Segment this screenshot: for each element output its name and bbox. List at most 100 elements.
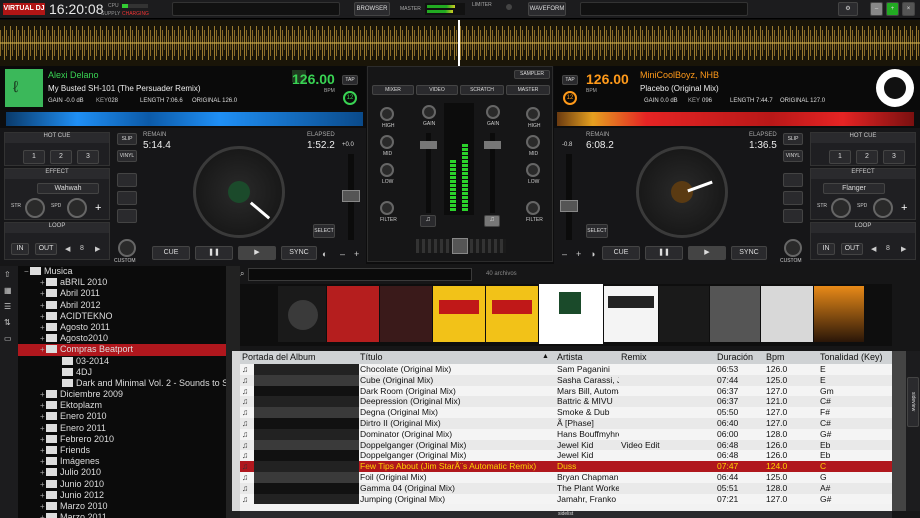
right-play-button[interactable]: ▶ (688, 246, 726, 260)
tree-item[interactable]: + aBRIL 2010 (18, 277, 226, 288)
left-loop-next[interactable]: ▶ (95, 245, 100, 253)
cover-art[interactable] (380, 286, 432, 342)
sort-icon[interactable]: ⇅ (4, 318, 11, 327)
tree-item[interactable]: + ACIDTEKNO (18, 311, 226, 322)
cover-art[interactable] (327, 286, 379, 342)
right-select-button[interactable]: SELECT (586, 224, 608, 238)
tree-item[interactable]: + Julio 2010 (18, 467, 226, 478)
right-str-knob[interactable] (831, 198, 851, 218)
column-header-duracion[interactable]: Duración (717, 352, 753, 362)
left-key-lock-icon[interactable]: 12 (343, 91, 357, 105)
tab-scratch[interactable]: SCRATCH (460, 85, 504, 95)
table-scrollbar[interactable] (892, 351, 906, 511)
left-loop-out[interactable]: OUT (35, 243, 57, 255)
column-header-titulo[interactable]: Título (360, 352, 383, 362)
crossfader[interactable] (416, 238, 506, 254)
left-loop-in[interactable]: IN (11, 243, 29, 255)
left-gain-knob[interactable] (422, 105, 436, 119)
folder-icon[interactable]: ▭ (4, 334, 12, 343)
right-pitch-reset-icon[interactable]: ◑ (590, 249, 595, 259)
column-header-bpm[interactable]: Bpm (766, 352, 785, 362)
tree-item[interactable]: + Marzo 2010 (18, 501, 226, 512)
right-headphone-button[interactable]: ♫ (484, 215, 500, 227)
column-header-tonalidad[interactable]: Tonalidad (Key) (820, 352, 883, 362)
table-row[interactable]: ♫ Chocolate (Original Mix) Sam Paganini 06:… (240, 364, 892, 375)
left-effect-add-icon[interactable]: + (95, 202, 101, 214)
left-hot-cue-2[interactable]: 2 (50, 150, 72, 164)
left-slip-button[interactable]: SLIP (117, 133, 137, 145)
left-pause-button[interactable]: ❚❚ (195, 246, 233, 260)
right-sync-button[interactable]: SYNC (731, 246, 767, 260)
right-slip-button[interactable]: SLIP (783, 133, 803, 145)
tree-item[interactable]: − Musica (18, 266, 226, 277)
left-sync-button[interactable]: SYNC (281, 246, 317, 260)
cover-art[interactable] (433, 286, 485, 342)
tree-item[interactable]: 4DJ (18, 367, 226, 378)
right-side-button-1[interactable] (783, 173, 803, 187)
cover-art[interactable] (659, 286, 709, 342)
search-input[interactable] (248, 268, 472, 281)
tree-item[interactable]: + Agosto 2011 (18, 322, 226, 333)
tree-item[interactable]: + Diciembre 2009 (18, 389, 226, 400)
sideview-tab[interactable]: sideview (907, 377, 919, 427)
right-cue-button[interactable]: CUE (602, 246, 640, 260)
right-filter-knob[interactable] (526, 201, 540, 215)
right-eq-high-knob[interactable] (526, 107, 540, 121)
tree-item[interactable]: + Abril 2012 (18, 300, 226, 311)
right-loop-out[interactable]: OUT (841, 243, 863, 255)
tab-video[interactable]: VIDEO (416, 85, 458, 95)
settings-button[interactable]: ⚙ (838, 2, 858, 16)
table-row[interactable]: ♫ Foil (Original Mix) Bryan Chapman 06:44 12… (240, 471, 892, 483)
tree-item[interactable]: + Abril 2011 (18, 288, 226, 299)
left-side-button-3[interactable] (117, 209, 137, 223)
left-slot[interactable] (172, 2, 340, 16)
tree-item[interactable]: + Junio 2012 (18, 490, 226, 501)
left-cue-button[interactable]: CUE (152, 246, 190, 260)
right-hot-cue-3[interactable]: 3 (883, 150, 905, 164)
table-row[interactable]: ♫ Doppelganger (Original Mix) Jewel Kid Vid… (240, 439, 892, 451)
left-effect-select[interactable]: Wahwah (37, 183, 99, 194)
overview-waveform[interactable] (0, 20, 920, 66)
sidelist-tab[interactable]: sidelist (558, 511, 573, 517)
cover-art[interactable] (814, 286, 864, 342)
right-jog-wheel[interactable] (636, 146, 728, 238)
right-gain-knob[interactable] (486, 105, 500, 119)
right-effect-add-icon[interactable]: + (901, 202, 907, 214)
cover-art[interactable] (710, 286, 760, 342)
right-pause-button[interactable]: ❚❚ (645, 246, 683, 260)
folder-tree[interactable]: − Musica + aBRIL 2010 + Abril 2011 + Abril 2012… (18, 266, 226, 518)
minimize-button[interactable]: – (870, 2, 883, 16)
right-pitch-minus[interactable]: – (562, 249, 567, 259)
cover-art[interactable] (486, 286, 538, 342)
left-eq-mid-knob[interactable] (380, 135, 394, 149)
left-eq-high-knob[interactable] (380, 107, 394, 121)
column-header-remix[interactable]: Remix (621, 352, 647, 362)
cover-art[interactable] (278, 286, 326, 342)
sampler-button[interactable]: SAMPLER (514, 70, 550, 79)
left-zoom-waveform[interactable] (6, 112, 363, 126)
left-side-button-2[interactable] (117, 191, 137, 205)
table-row[interactable]: ♫ Degna (Original Mix) Smoke & Dub 05:50 127… (240, 407, 892, 418)
tree-item[interactable]: + Friends (18, 445, 226, 456)
cover-art[interactable] (604, 286, 658, 342)
left-hot-cue-3[interactable]: 3 (77, 150, 99, 164)
left-vinyl-button[interactable]: VINYL (117, 150, 137, 162)
tree-item[interactable]: + Ektoplazm (18, 400, 226, 411)
left-pitch-reset-icon[interactable]: ◐ (322, 249, 327, 259)
right-side-button-3[interactable] (783, 209, 803, 223)
table-row[interactable]: ♫ Doppelganger (Original Mix) Jewel Kid 06:… (240, 450, 892, 462)
table-row[interactable]: ♫ Dark Room (Original Mix) Mars Bill, Auto… (240, 385, 892, 397)
maximize-button[interactable]: + (886, 2, 899, 16)
tree-item[interactable]: + Compras Beatport (18, 344, 226, 356)
right-side-button-2[interactable] (783, 191, 803, 205)
left-eq-low-knob[interactable] (380, 163, 394, 177)
tree-item[interactable]: + Junio 2010 (18, 479, 226, 490)
left-str-knob[interactable] (25, 198, 45, 218)
right-loop-prev[interactable]: ◀ (871, 245, 876, 253)
tree-item[interactable]: + Imágenes (18, 456, 226, 467)
right-loop-next[interactable]: ▶ (901, 245, 906, 253)
table-row[interactable]: ♫ Deepression (Original Mix) Battric & MIV… (240, 396, 892, 408)
left-play-button[interactable]: ▶ (238, 246, 276, 260)
tree-item[interactable]: + Enero 2011 (18, 423, 226, 434)
left-side-button-1[interactable] (117, 173, 137, 187)
